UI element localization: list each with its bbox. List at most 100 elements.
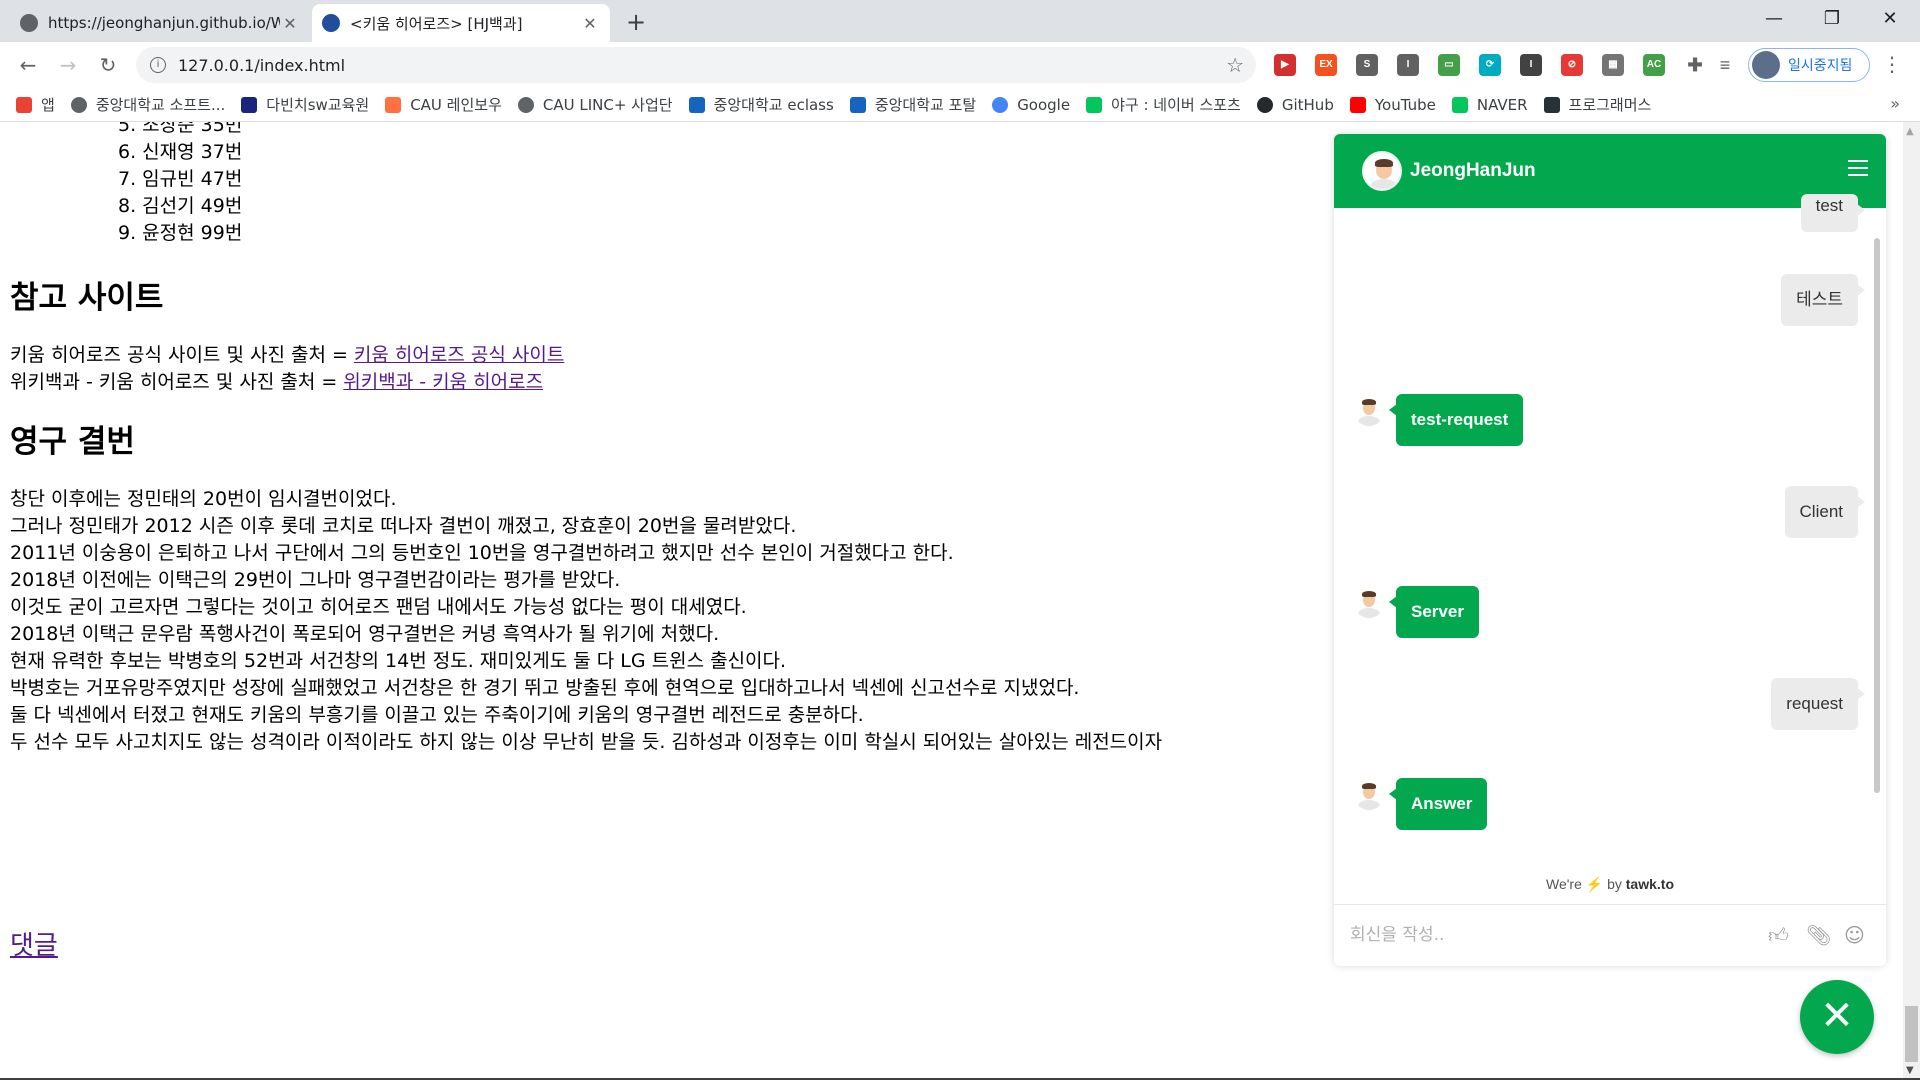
globe-icon bbox=[20, 14, 38, 32]
extension-red-circle-icon[interactable]: ⊘ bbox=[1561, 54, 1583, 76]
paragraph-line: 둘 다 넥센에서 터졌고 현재도 키움의 부흥기를 이끌고 있는 주축이기에 키… bbox=[10, 704, 864, 726]
player-list-item: 5. 조상준 35번 bbox=[118, 122, 243, 136]
bookmark-item[interactable]: YouTube bbox=[1349, 96, 1436, 114]
bookmark-label: CAU 레인보우 bbox=[410, 96, 502, 114]
bookmark-item[interactable]: Google bbox=[992, 96, 1070, 114]
browser-toolbar: ← → ↻ i 127.0.0.1/index.html ☆ 일시중지됨 ⋮ bbox=[0, 42, 1920, 88]
extension-i2-icon[interactable]: I bbox=[1520, 54, 1542, 76]
bookmark-item[interactable]: CAU 레인보우 bbox=[385, 94, 502, 115]
puzzle-icon[interactable]: ✚ bbox=[1684, 54, 1706, 76]
bookmarks-more-icon[interactable]: » bbox=[1890, 94, 1900, 113]
paragraph-line: 2011년 이숭용이 은퇴하고 나서 구단에서 그의 등번호인 10번을 영구결… bbox=[10, 542, 954, 564]
bookmark-item[interactable]: 프로그래머스 bbox=[1543, 94, 1651, 115]
tab-title: <키움 히어로즈> [HJ백과] bbox=[350, 14, 523, 33]
extension-i-icon[interactable]: I bbox=[1397, 54, 1419, 76]
bookmark-item[interactable]: 다빈치sw교육원 bbox=[241, 94, 369, 115]
browser-menu-icon[interactable]: ⋮ bbox=[1882, 52, 1902, 76]
player-list: 5. 조상준 35번 6. 신재영 37번 7. 임규빈 47번 8. 김선기 49번… bbox=[118, 122, 242, 247]
paragraph-line: 2018년 이택근 문우람 폭행사건이 폭로되어 영구결번은 커녕 흑역사가 될… bbox=[10, 623, 720, 645]
back-arrow-icon[interactable]: ← bbox=[14, 52, 42, 80]
paperclip-icon[interactable]: 📎︎ bbox=[1806, 923, 1831, 947]
bookmark-label: 다빈치sw교육원 bbox=[266, 96, 370, 114]
wikipedia-heroes-link[interactable]: 위키백과 - 키움 히어로즈 bbox=[343, 371, 543, 393]
bookmark-item[interactable]: 야구 : 네이버 스포츠 bbox=[1086, 94, 1241, 115]
globe-icon bbox=[517, 96, 534, 113]
emoji-icon[interactable]: ☺ bbox=[1844, 923, 1865, 947]
heroes-official-site-link[interactable]: 키움 히어로즈 공식 사이트 bbox=[354, 344, 564, 366]
bookmark-item[interactable]: 앱 bbox=[16, 94, 55, 115]
profile-label: 일시중지됨 bbox=[1788, 58, 1853, 74]
tab-close-icon[interactable]: ✕ bbox=[280, 14, 300, 33]
thumbs-up-icon[interactable]: 👍︎ bbox=[1768, 923, 1789, 948]
extension-ac-icon[interactable]: AC bbox=[1643, 54, 1665, 76]
bookmark-label: 앱 bbox=[41, 96, 55, 114]
extension-grey-icon[interactable]: ▦ bbox=[1602, 54, 1624, 76]
browser-tab-strip: https://jeonghanjun.github.io/W ✕ <키움 히어… bbox=[0, 0, 1920, 42]
new-tab-plus-icon[interactable]: + bbox=[622, 8, 650, 36]
cau-portal-icon bbox=[849, 96, 866, 113]
site-info-icon[interactable]: i bbox=[150, 57, 166, 73]
bookmark-item[interactable]: NAVER bbox=[1451, 96, 1528, 114]
paragraph-line: 창단 이후에는 정민태의 20번이 임시결번이었다. bbox=[10, 488, 397, 510]
paragraph-line: 그러나 정민태가 2012 시즌 이후 롯데 코치로 떠나자 결번이 깨졌고, … bbox=[10, 515, 797, 537]
chat-reply-input[interactable] bbox=[1350, 919, 1750, 951]
branding-text: We're bbox=[1545, 876, 1582, 892]
minimize-window-button[interactable]: — bbox=[1746, 0, 1802, 40]
paragraph-line: 2018년 이전에는 이택근의 29번이 그나마 영구결번감이라는 평가를 받았… bbox=[10, 569, 621, 591]
chat-messages: test 테스트 test-request Client Server request An… bbox=[1334, 194, 1886, 888]
forward-arrow-icon[interactable]: → bbox=[54, 52, 82, 80]
bookmark-item[interactable]: 중앙대학교 소프트... bbox=[70, 94, 226, 115]
player-list-item: 9. 윤정현 99번 bbox=[118, 222, 243, 244]
chat-scrollbar[interactable] bbox=[1874, 238, 1880, 793]
rainbow-icon bbox=[385, 96, 402, 113]
scroll-down-arrow-icon[interactable]: ▼ bbox=[1906, 1065, 1914, 1076]
extension-red-arrow-icon[interactable]: ▶ bbox=[1274, 54, 1296, 76]
reference-text: 위키백과 - 키움 히어로즈 및 사진 출처 = bbox=[10, 371, 344, 393]
maximize-window-button[interactable]: ❐ bbox=[1804, 0, 1860, 40]
reload-icon[interactable]: ↻ bbox=[94, 52, 122, 80]
page-scrollbar[interactable]: ▲ ▼ bbox=[1903, 122, 1920, 1080]
agent-name: JeongHanJun bbox=[1410, 160, 1536, 181]
extension-ex-icon[interactable]: EX bbox=[1315, 54, 1337, 76]
agent-avatar-icon bbox=[1362, 151, 1402, 191]
bookmark-label: 중앙대학교 eclass bbox=[713, 96, 834, 114]
browser-tab-github[interactable]: https://jeonghanjun.github.io/W ✕ bbox=[10, 4, 310, 42]
bookmark-label: 중앙대학교 소프트... bbox=[95, 96, 226, 114]
scroll-up-arrow-icon[interactable]: ▲ bbox=[1906, 126, 1914, 137]
tab-title: https://jeonghanjun.github.io/W bbox=[48, 14, 280, 32]
extension-s-icon[interactable]: S bbox=[1356, 54, 1378, 76]
bookmarks-bar: 앱 중앙대학교 소프트... 다빈치sw교육원 CAU 레인보우 CAU LINC+ 사… bbox=[0, 88, 1920, 122]
chat-widget: JeongHanJun test 테스트 test-request Client Ser… bbox=[1334, 134, 1886, 966]
chat-menu-icon[interactable] bbox=[1848, 160, 1868, 181]
browser-tab-heroes[interactable]: <키움 히어로즈> [HJ백과] ✕ bbox=[312, 4, 610, 42]
extension-green-icon[interactable]: ▭ bbox=[1438, 54, 1460, 76]
eclass-icon bbox=[688, 96, 705, 113]
github-icon bbox=[1256, 96, 1273, 113]
bookmark-item[interactable]: CAU LINC+ 사업단 bbox=[517, 94, 673, 115]
agent-message: test-request bbox=[1388, 394, 1524, 446]
address-bar[interactable]: i 127.0.0.1/index.html ☆ bbox=[136, 47, 1256, 83]
tawk-branding[interactable]: We're ⚡ by tawk.to bbox=[1334, 876, 1886, 893]
bookmark-label: GitHub bbox=[1281, 95, 1334, 114]
agent-mini-avatar-icon bbox=[1354, 780, 1384, 810]
close-window-button[interactable]: ✕ bbox=[1862, 0, 1918, 40]
player-list-item: 7. 임규빈 47번 bbox=[118, 168, 243, 190]
player-list-item: 6. 신재영 37번 bbox=[118, 141, 243, 163]
bookmark-item[interactable]: 중앙대학교 eclass bbox=[688, 94, 834, 115]
branding-text: by bbox=[1607, 876, 1622, 892]
profile-button[interactable]: 일시중지됨 bbox=[1748, 48, 1870, 82]
extension-share-icon[interactable]: ⟳ bbox=[1479, 54, 1501, 76]
bookmark-star-icon[interactable]: ☆ bbox=[1226, 53, 1244, 77]
bookmark-item[interactable]: GitHub bbox=[1256, 95, 1334, 114]
retired-numbers-heading: 영구 결번 bbox=[10, 424, 135, 460]
comments-link[interactable]: 댓글 bbox=[10, 933, 58, 960]
reference-line: 위키백과 - 키움 히어로즈 및 사진 출처 = 위키백과 - 키움 히어로즈 bbox=[10, 369, 543, 396]
chat-close-button[interactable]: ✕ bbox=[1800, 980, 1874, 1054]
scrollbar-thumb[interactable] bbox=[1905, 1006, 1918, 1062]
bookmark-item[interactable]: 중앙대학교 포탈 bbox=[849, 94, 976, 115]
tab-close-icon[interactable]: ✕ bbox=[580, 14, 600, 33]
reading-list-icon[interactable]: ≡ bbox=[1714, 54, 1736, 76]
agent-mini-avatar-icon bbox=[1354, 588, 1384, 618]
visitor-message: Client bbox=[1784, 486, 1866, 538]
references-heading: 참고 사이트 bbox=[10, 280, 164, 316]
